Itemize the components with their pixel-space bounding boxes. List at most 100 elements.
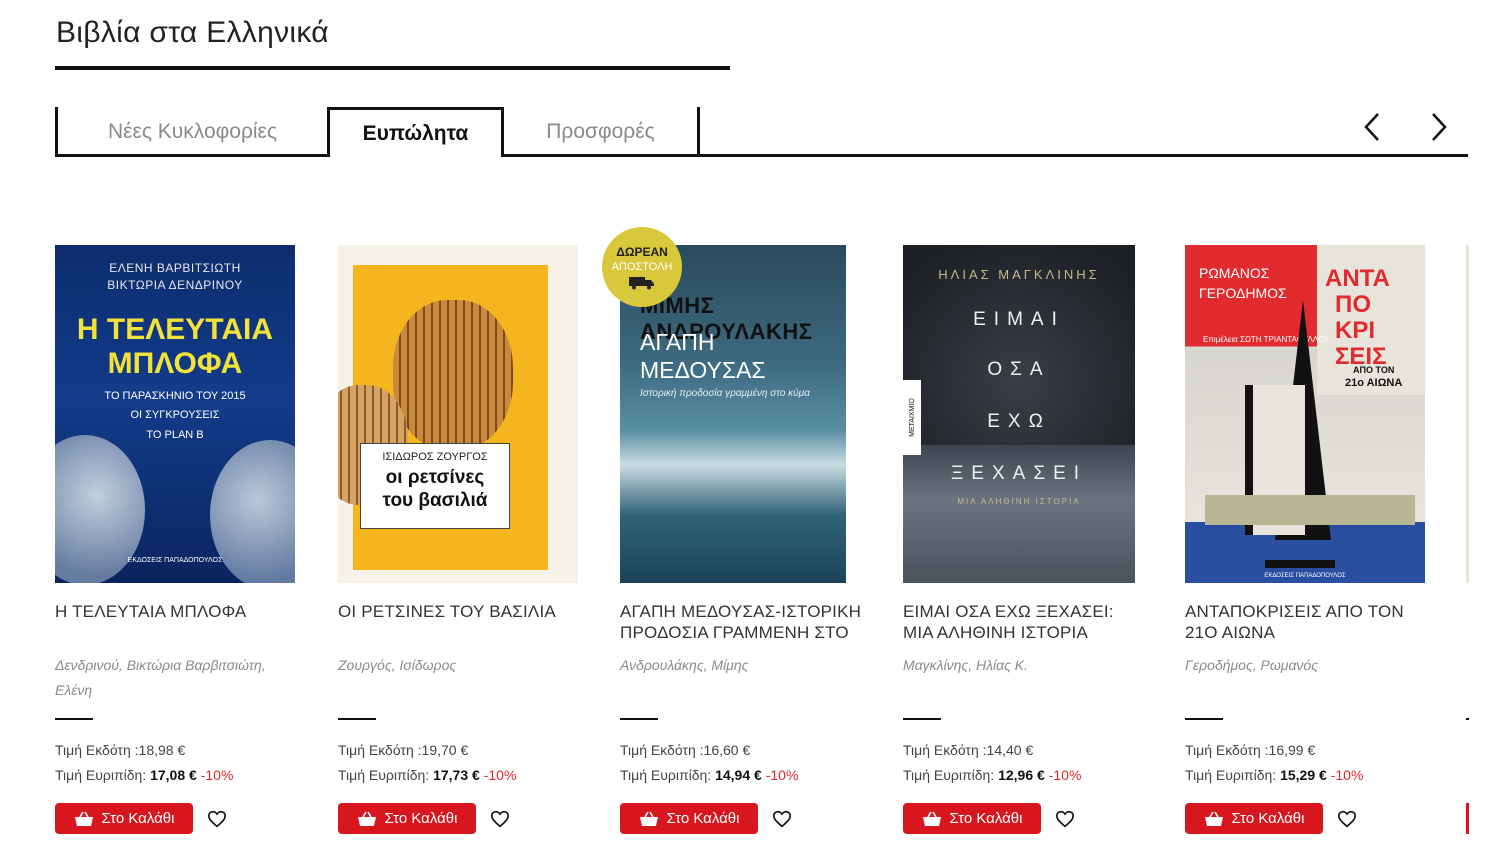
add-to-cart-label: Στο Καλάθι [949,810,1023,827]
divider [55,718,93,720]
cover-title: ΑΝΤΑ [1325,265,1390,292]
product-card: ΗΛΙΑΣ ΜΑΓΚΛΙΝΗΣ ΕΙΜΑΙ ΟΣΑ ΕΧΩ ΞΕΧΑΣΕΙ ΜΙ… [903,245,1148,834]
cover-title: ΕΙΜΑΙ [973,309,1065,330]
publisher-price: Τιμή Εκδότη :19,70 € [338,742,469,758]
divider [903,718,941,720]
cover-title: Η ΤΕΛΕΥΤΑΙΑ [76,313,274,346]
cover-publisher-tab: ΜΕΤΑΙΧΜΙΟ [903,380,921,455]
discount-badge: -10% [765,767,799,783]
add-to-cart-button[interactable]: Στο Καλάθι [55,803,193,834]
store-price: Τιμή Ευριπίδη: 17,08 € -10% [55,767,234,783]
add-to-cart-button[interactable]: Στο Καλάθι [903,803,1041,834]
publisher-price: Τιμή Εκδότη :16,60 € [620,742,751,758]
cover-author: ΙΣΙΔΩΡΟΣ ΖΟΥΡΓΟΣ [382,451,488,463]
add-to-cart-label: Στο Καλάθι [1231,810,1305,827]
cover-title: ΚΡΙ [1335,317,1376,344]
next-product-cover-edge[interactable] [1466,245,1469,583]
basket-icon [357,811,376,826]
title-underline [55,66,730,70]
cover-publisher: ΕΚΔΟΣΕΙΣ ΠΑΠΑΔΟΠΟΥΛΟΣ [1264,573,1346,579]
cover-title: ΜΠΛΟΦΑ [107,347,243,380]
cover-subtitle: ΜΙΑ ΑΛΗΘΙΝΗ ΙΣΤΟΡΙΑ [957,497,1081,506]
cover-ship [1265,560,1335,568]
store-price: Τιμή Ευριπίδη: 12,96 € -10% [903,767,1082,783]
cover-title: οι ρετσίνες [385,467,485,488]
add-to-cart-button[interactable]: Στο Καλάθι [620,803,758,834]
cover-author: ΓΕΡΟΔΗΜΟΣ [1199,285,1287,301]
cover-author: ΕΛΕΝΗ ΒΑΡΒΙΤΣΙΩΤΗ [109,261,241,275]
truck-icon [629,276,654,289]
wishlist-heart-icon[interactable] [490,810,510,828]
add-to-cart-label: Στο Καλάθι [101,810,175,827]
cover-subtitle: ΑΠΟ ΤΟΝ [1353,365,1395,375]
divider [1185,718,1223,720]
basket-icon [1204,811,1223,826]
book-title[interactable]: ΑΓΑΠΗ ΜΕΔΟΥΣΑΣ-ΙΣΤΟΡΙΚΗ ΠΡΟΔΟΣΙΑ ΓΡΑΜΜΕΝ… [620,601,865,645]
cover-title: ΑΓΑΠΗ [640,329,715,355]
tab-bestsellers[interactable]: Ευπώλητα [327,107,504,157]
book-author[interactable]: Μαγκλίνης, Ηλίας Κ. [903,653,1148,678]
book-cover[interactable]: ΕΛΕΝΗ ΒΑΡΒΙΤΣΙΩΤΗ ΒΙΚΤΩΡΙΑ ΔΕΝΔΡΙΝΟΥ Η Τ… [55,245,295,583]
product-card: ΡΩΜΑΝΟΣ ΓΕΡΟΔΗΜΟΣ Επιμέλεια ΣΩΤΗ ΤΡΙΑΝΤΑ… [1185,245,1430,834]
cover-title: ΟΣΑ [987,359,1051,380]
book-title[interactable]: ΟΙ ΡΕΤΣΙΝΕΣ ΤΟΥ ΒΑΣΙΛΙΑ [338,601,583,645]
book-title[interactable]: Η ΤΕΛΕΥΤΑΙΑ ΜΠΛΟΦΑ [55,601,300,645]
store-price: Τιμή Ευριπίδη: 14,94 € -10% [620,767,799,783]
wishlist-heart-icon[interactable] [1055,810,1075,828]
cover-title: ΕΧΩ [987,411,1051,432]
divider [620,718,658,720]
book-title[interactable]: ΑΝΤΑΠΟΚΡΙΣΕΙΣ ΑΠΟ ΤΟΝ 21Ο ΑΙΩΝΑ [1185,601,1430,645]
divider [1466,718,1469,720]
tab-offers[interactable]: Προσφορές [504,107,700,157]
badge-text: ΑΠΟΣΤΟΛΗ [611,260,673,273]
cover-publisher: ΕΚΔΟΣΕΙΣ ΠΑΠΑΔΟΠΟΥΛΟΣ [127,557,223,564]
product-card: ΕΛΕΝΗ ΒΑΡΒΙΤΣΙΩΤΗ ΒΙΚΤΩΡΙΑ ΔΕΝΔΡΙΝΟΥ Η Τ… [55,245,300,834]
book-author[interactable]: Ζουργός, Ισίδωρος [338,653,583,678]
cover-author: ΒΙΚΤΩΡΙΑ ΔΕΝΔΡΙΝΟΥ [107,278,243,292]
book-cover[interactable]: ΙΣΙΔΩΡΟΣ ΖΟΥΡΓΟΣ οι ρετσίνες του βασιλιά [338,245,578,583]
basket-icon [639,811,658,826]
tabs-bar: Νέες Κυκλοφορίες Ευπώλητα Προσφορές [55,107,700,157]
tabs-divider [55,154,1468,157]
publisher-price: Τιμή Εκδότη :18,98 € [55,742,186,758]
wishlist-heart-icon[interactable] [207,810,227,828]
next-add-to-cart-edge[interactable] [1466,803,1469,834]
basket-icon [922,811,941,826]
book-cover[interactable]: ΡΩΜΑΝΟΣ ΓΕΡΟΔΗΜΟΣ Επιμέλεια ΣΩΤΗ ΤΡΙΑΝΤΑ… [1185,245,1425,583]
basket-icon [74,811,93,826]
cover-subtitle: ΟΙ ΣΥΓΚΡΟΥΣΕΙΣ [130,409,220,421]
free-shipping-badge: ΔΩΡΕΑΝ ΑΠΟΣΤΟΛΗ [602,227,682,307]
cover-subtitle: ΤΟ ΠΑΡΑΣΚΗΝΙΟ ΤΟΥ 2015 [104,390,246,402]
wishlist-heart-icon[interactable] [772,810,792,828]
book-cover[interactable]: ΗΛΙΑΣ ΜΑΓΚΛΙΝΗΣ ΕΙΜΑΙ ΟΣΑ ΕΧΩ ΞΕΧΑΣΕΙ ΜΙ… [903,245,1135,583]
badge-text: ΔΩΡΕΑΝ [616,244,668,259]
cover-title: ΠΟ [1335,291,1371,318]
cover-field [1205,495,1415,525]
cover-author: ΗΛΙΑΣ ΜΑΓΚΛΙΝΗΣ [938,267,1100,282]
store-price: Τιμή Ευριπίδη: 15,29 € -10% [1185,767,1364,783]
cover-title: του βασιλιά [382,490,488,511]
cover-subtitle: Ιστορική προδοσία γραμμένη στο κύμα [640,388,810,399]
add-to-cart-label: Στο Καλάθι [666,810,740,827]
book-author[interactable]: Ανδρουλάκης, Μίμης [620,653,865,678]
cover-publisher: ΜΕΤΑΙΧΜΙΟ [908,398,916,437]
wishlist-heart-icon[interactable] [1337,810,1357,828]
section-title: Βιβλία στα Ελληνικά [56,16,329,49]
book-author[interactable]: Δενδρινού, Βικτώρια Βαρβιτσιώτη, Ελένη [55,653,300,703]
add-to-cart-button[interactable]: Στο Καλάθι [1185,803,1323,834]
tab-new-releases[interactable]: Νέες Κυκλοφορίες [55,107,327,157]
carousel-next-button[interactable] [1423,112,1453,142]
add-to-cart-button[interactable]: Στο Καλάθι [338,803,476,834]
cover-author: ΡΩΜΑΝΟΣ [1199,265,1270,281]
publisher-price: Τιμή Εκδότη :16,99 € [1185,742,1316,758]
chevron-right-icon [1432,113,1447,141]
discount-badge: -10% [483,767,517,783]
book-title[interactable]: ΕΙΜΑΙ ΟΣΑ ΕΧΩ ΞΕΧΑΣΕΙ: ΜΙΑ ΑΛΗΘΙΝΗ ΙΣΤΟΡ… [903,601,1148,645]
add-to-cart-label: Στο Καλάθι [384,810,458,827]
cover-title: ΞΕΧΑΣΕΙ [950,463,1088,484]
carousel-prev-button[interactable] [1358,112,1388,142]
store-price: Τιμή Ευριπίδη: 17,73 € -10% [338,767,517,783]
book-author[interactable]: Γεροδήμος, Ρωμανός [1185,653,1430,678]
chevron-left-icon [1364,113,1379,141]
cover-subtitle: 21ο ΑΙΩΝΑ [1345,377,1403,389]
